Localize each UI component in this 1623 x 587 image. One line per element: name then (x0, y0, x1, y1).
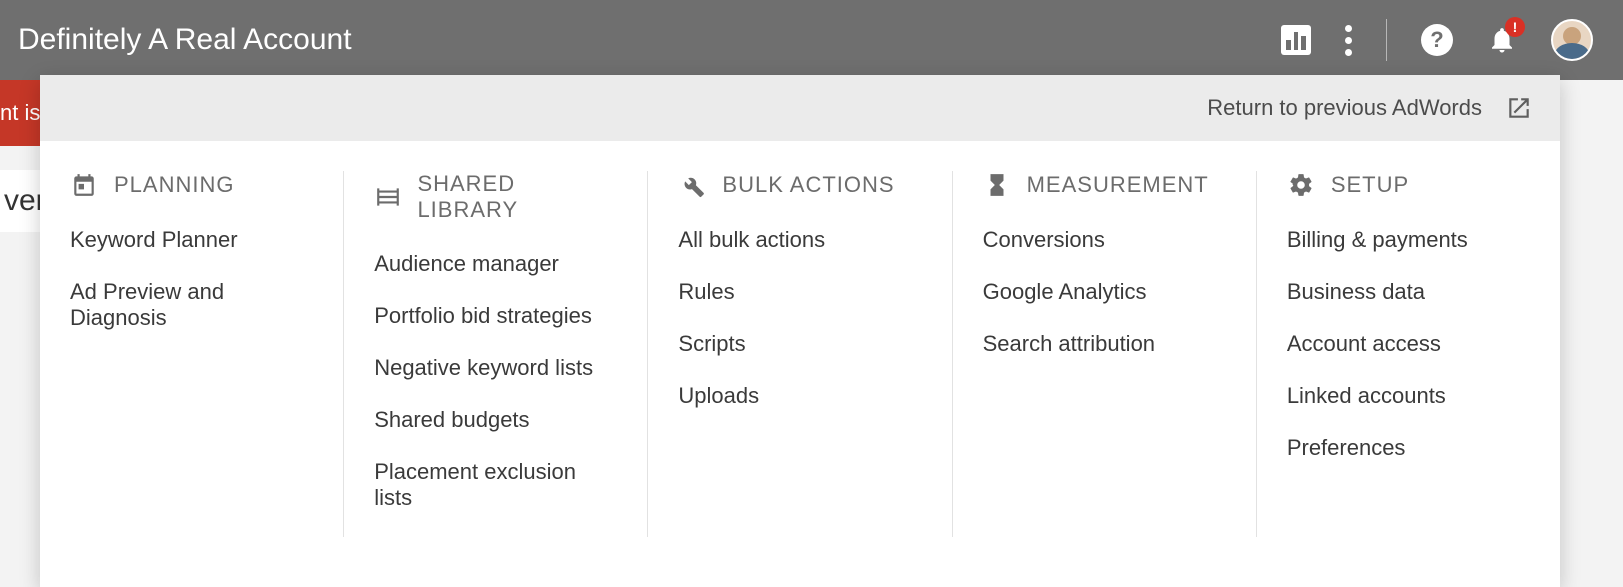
link-negative-keywords[interactable]: Negative keyword lists (374, 355, 617, 381)
help-icon[interactable]: ? (1421, 24, 1453, 56)
link-preferences[interactable]: Preferences (1287, 435, 1530, 461)
link-keyword-planner[interactable]: Keyword Planner (70, 227, 313, 253)
link-placement-exclusion[interactable]: Placement exclusion lists (374, 459, 617, 511)
link-audience-manager[interactable]: Audience manager (374, 251, 617, 277)
column-title: SHARED LIBRARY (417, 171, 617, 223)
return-link[interactable]: Return to previous AdWords (1207, 95, 1482, 121)
account-title: Definitely A Real Account (18, 23, 352, 57)
notification-badge: ! (1505, 17, 1525, 37)
link-google-analytics[interactable]: Google Analytics (983, 279, 1226, 305)
app-topbar: Definitely A Real Account ? ! (0, 0, 1623, 80)
wrench-icon (678, 171, 706, 199)
link-conversions[interactable]: Conversions (983, 227, 1226, 253)
topbar-right-icons: ? ! (1281, 19, 1593, 61)
more-menu-icon[interactable] (1345, 25, 1352, 56)
column-shared-library: SHARED LIBRARY Audience manager Portfoli… (344, 171, 648, 537)
column-setup: SETUP Billing & payments Business data A… (1257, 171, 1560, 537)
tools-mega-menu: Return to previous AdWords PLANNING Keyw… (40, 75, 1560, 587)
column-title: BULK ACTIONS (722, 172, 894, 198)
library-icon (374, 183, 401, 211)
column-title: MEASUREMENT (1027, 172, 1209, 198)
notifications-icon[interactable]: ! (1487, 25, 1517, 55)
calendar-icon (70, 171, 98, 199)
behind-text-fragment: ver (0, 170, 42, 232)
link-search-attribution[interactable]: Search attribution (983, 331, 1226, 357)
exit-icon[interactable] (1506, 95, 1532, 121)
link-linked-accounts[interactable]: Linked accounts (1287, 383, 1530, 409)
link-ad-preview[interactable]: Ad Preview and Diagnosis (70, 279, 313, 331)
column-title: PLANNING (114, 172, 234, 198)
link-account-access[interactable]: Account access (1287, 331, 1530, 357)
link-business-data[interactable]: Business data (1287, 279, 1530, 305)
column-measurement: MEASUREMENT Conversions Google Analytics… (953, 171, 1257, 537)
alert-text-fragment: nt is (0, 100, 40, 126)
user-avatar[interactable] (1551, 19, 1593, 61)
link-shared-budgets[interactable]: Shared budgets (374, 407, 617, 433)
link-rules[interactable]: Rules (678, 279, 921, 305)
settings-icon (1287, 171, 1315, 199)
link-all-bulk-actions[interactable]: All bulk actions (678, 227, 921, 253)
alert-bar: nt is (0, 80, 40, 146)
topbar-divider (1386, 19, 1387, 61)
panel-top-bar: Return to previous AdWords (40, 75, 1560, 141)
link-portfolio-bid[interactable]: Portfolio bid strategies (374, 303, 617, 329)
link-billing[interactable]: Billing & payments (1287, 227, 1530, 253)
hourglass-icon (983, 171, 1011, 199)
menu-columns: PLANNING Keyword Planner Ad Preview and … (40, 141, 1560, 587)
link-uploads[interactable]: Uploads (678, 383, 921, 409)
column-planning: PLANNING Keyword Planner Ad Preview and … (40, 171, 344, 537)
column-title: SETUP (1331, 172, 1409, 198)
reports-icon[interactable] (1281, 25, 1311, 55)
link-scripts[interactable]: Scripts (678, 331, 921, 357)
column-bulk-actions: BULK ACTIONS All bulk actions Rules Scri… (648, 171, 952, 537)
